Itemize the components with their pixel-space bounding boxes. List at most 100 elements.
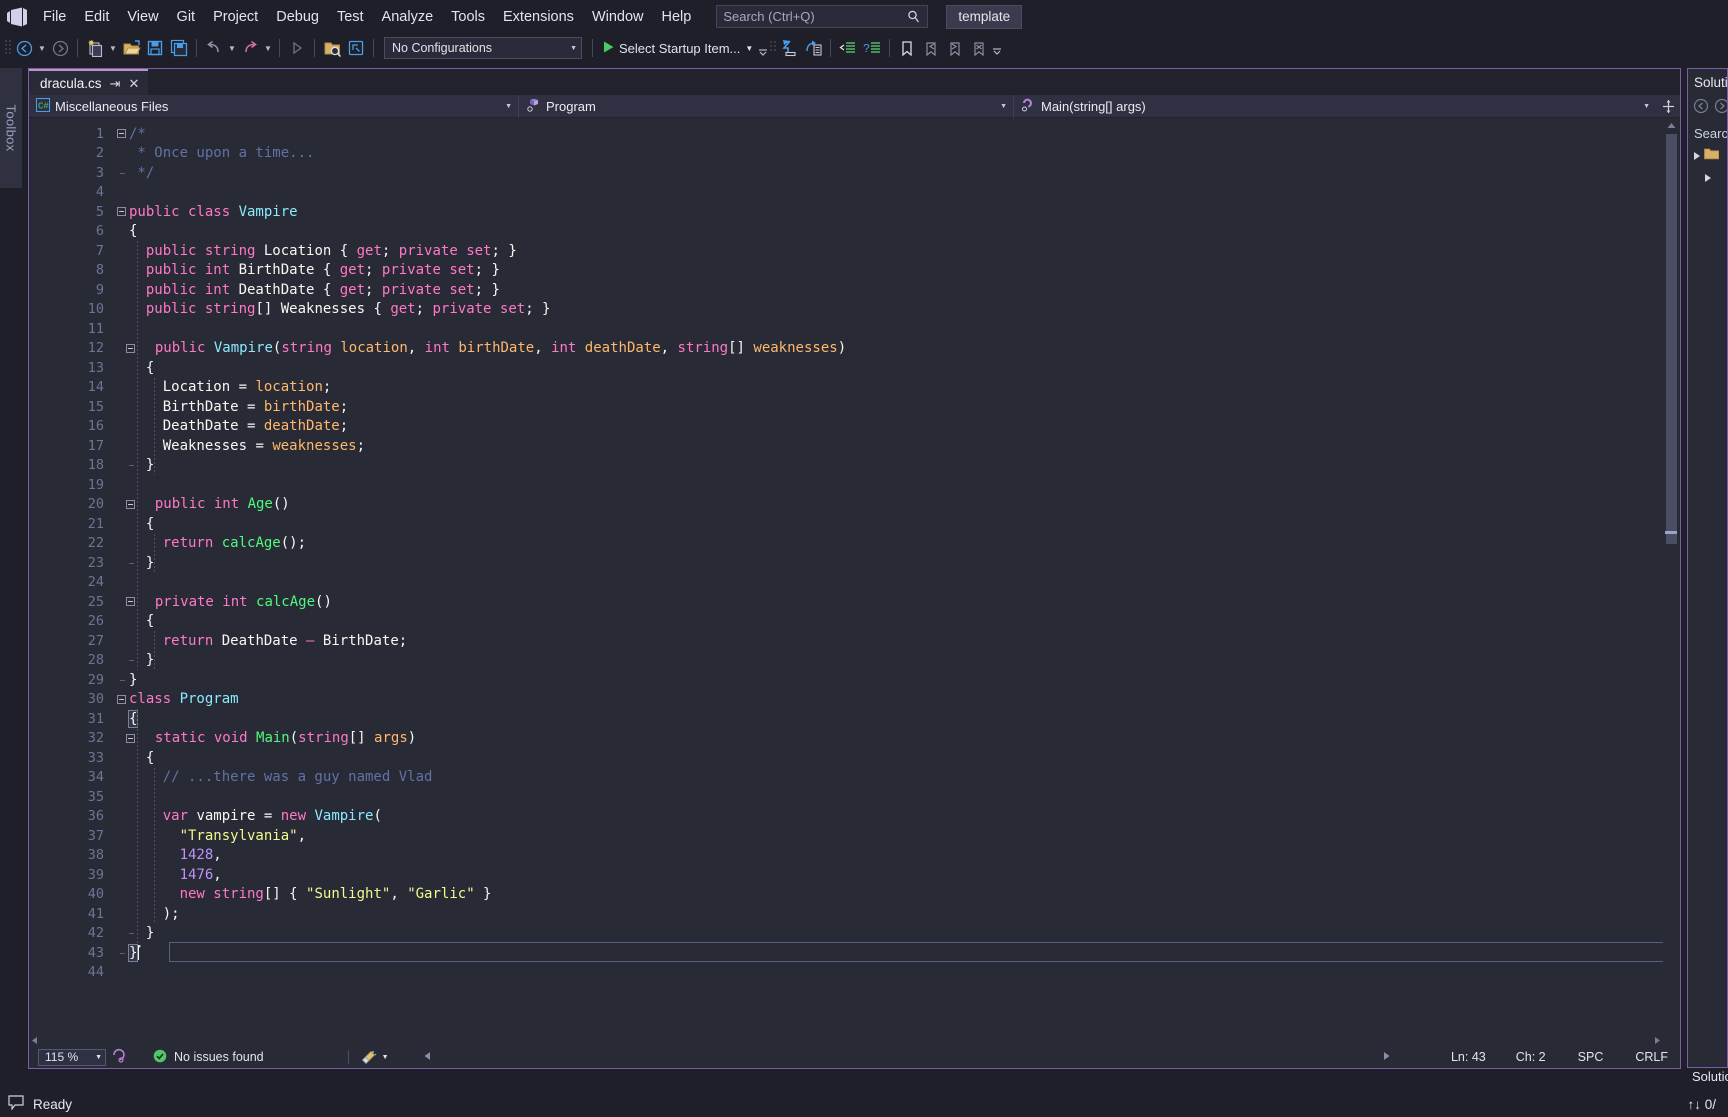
code-line[interactable]: 7 public string Location { get; private …: [29, 241, 1680, 261]
code-line[interactable]: 41 );: [29, 904, 1680, 924]
undo-icon[interactable]: [202, 36, 226, 60]
code-line[interactable]: 3 */: [29, 163, 1680, 183]
expander-triangle-icon[interactable]: [1694, 152, 1700, 160]
code-line[interactable]: 23 }: [29, 553, 1680, 573]
step-over-icon[interactable]: [801, 36, 825, 60]
toolbox-tab[interactable]: Toolbox: [0, 68, 22, 188]
menu-extensions[interactable]: Extensions: [494, 5, 583, 29]
issues-status[interactable]: No issues found: [153, 1049, 264, 1066]
code-line[interactable]: 1/*: [29, 124, 1680, 144]
zoom-level-dropdown[interactable]: 115 % ▼: [38, 1049, 106, 1066]
code-line[interactable]: 38 1428,: [29, 846, 1680, 866]
code-line[interactable]: 17 Weaknesses = weaknesses;: [29, 436, 1680, 456]
startup-chevron-down-icon[interactable]: ▼: [745, 44, 753, 53]
fold-column[interactable]: [122, 344, 138, 353]
fold-column[interactable]: [113, 129, 129, 138]
code-line[interactable]: 14 Location = location;: [29, 378, 1680, 398]
undo-dropdown[interactable]: ▼: [226, 36, 238, 60]
solution-tree-row-1[interactable]: [1688, 145, 1727, 167]
split-view-button[interactable]: [1656, 99, 1680, 114]
redo-icon[interactable]: [238, 36, 262, 60]
back-icon[interactable]: [1693, 98, 1709, 119]
collapse-icon[interactable]: [126, 344, 135, 353]
expander-triangle-icon[interactable]: [1705, 174, 1711, 182]
code-line[interactable]: 18 }: [29, 456, 1680, 476]
solution-tree-row-2[interactable]: [1688, 167, 1727, 189]
code-line[interactable]: 21 {: [29, 514, 1680, 534]
solution-explorer-search-input[interactable]: Search: [1688, 121, 1727, 145]
toolbar-overflow-2[interactable]: [991, 36, 1003, 60]
fold-column[interactable]: [122, 597, 138, 606]
redo-dropdown[interactable]: ▼: [262, 36, 274, 60]
code-line[interactable]: 22 return calcAge();: [29, 534, 1680, 554]
menu-tools[interactable]: Tools: [442, 5, 494, 29]
code-line[interactable]: 30class Program: [29, 690, 1680, 710]
intellisense-icon[interactable]: [112, 1048, 127, 1066]
menu-window[interactable]: Window: [583, 5, 653, 29]
solution-configurations-dropdown[interactable]: No Configurations ▼: [384, 37, 582, 59]
editor-vertical-scrollbar[interactable]: [1663, 118, 1680, 1048]
code-line[interactable]: 2 * Once upon a time...: [29, 144, 1680, 164]
line-ending-indicator[interactable]: CRLF: [1635, 1050, 1668, 1064]
code-line[interactable]: 27 return DeathDate – BirthDate;: [29, 631, 1680, 651]
document-tab-dracula-cs[interactable]: dracula.cs ⇥ ✕: [29, 69, 148, 95]
code-line[interactable]: 11: [29, 319, 1680, 339]
save-all-icon[interactable]: [167, 36, 191, 60]
source-control-status[interactable]: ↑↓ 0/: [1687, 1097, 1728, 1112]
code-line[interactable]: 15 BirthDate = birthDate;: [29, 397, 1680, 417]
code-line[interactable]: 28 }: [29, 651, 1680, 671]
project-dropdown[interactable]: C# Miscellaneous Files ▼: [29, 95, 519, 118]
code-line[interactable]: 19: [29, 475, 1680, 495]
comment-selection-icon[interactable]: ?: [860, 36, 884, 60]
code-line[interactable]: 10 public string[] Weaknesses { get; pri…: [29, 300, 1680, 320]
code-line[interactable]: 16 DeathDate = deathDate;: [29, 417, 1680, 437]
code-line[interactable]: 13 {: [29, 358, 1680, 378]
menu-git[interactable]: Git: [168, 5, 205, 29]
toggle-bookmark-icon[interactable]: [895, 36, 919, 60]
code-line[interactable]: 44: [29, 963, 1680, 983]
start-debugging-button[interactable]: Select Startup Item... ▼: [598, 36, 757, 60]
menu-edit[interactable]: Edit: [75, 5, 118, 29]
next-bookmark-icon[interactable]: [943, 36, 967, 60]
collapse-icon[interactable]: [126, 597, 135, 606]
indentation-indicator[interactable]: SPC: [1578, 1050, 1604, 1064]
open-file-icon[interactable]: [119, 36, 143, 60]
fold-column[interactable]: [122, 500, 138, 509]
fold-column[interactable]: [122, 734, 138, 743]
close-icon[interactable]: ✕: [128, 77, 139, 90]
code-line[interactable]: 34 // ...there was a guy named Vlad: [29, 768, 1680, 788]
code-line[interactable]: 32 static void Main(string[] args): [29, 729, 1680, 749]
code-line[interactable]: 20 public int Age(): [29, 495, 1680, 515]
collapse-icon[interactable]: [117, 129, 126, 138]
menu-analyze[interactable]: Analyze: [373, 5, 443, 29]
code-line[interactable]: 5public class Vampire: [29, 202, 1680, 222]
forward-icon[interactable]: [1714, 98, 1728, 119]
code-line[interactable]: 24: [29, 573, 1680, 593]
code-line[interactable]: 39 1476,: [29, 865, 1680, 885]
code-line[interactable]: 33 {: [29, 748, 1680, 768]
solution-explorer-bottom-tab[interactable]: Solutio: [1687, 1069, 1728, 1091]
step-into-icon[interactable]: [777, 36, 801, 60]
fold-column[interactable]: [113, 207, 129, 216]
scroll-right-arrow-icon[interactable]: [1382, 1050, 1391, 1064]
code-line[interactable]: 25 private int calcAge(): [29, 592, 1680, 612]
chevron-down-icon[interactable]: ▼: [382, 1054, 389, 1061]
find-in-files-icon[interactable]: [320, 36, 344, 60]
menu-debug[interactable]: Debug: [267, 5, 328, 29]
code-line[interactable]: 35: [29, 787, 1680, 807]
code-cleanup-button[interactable]: ▼: [361, 1050, 389, 1065]
code-line[interactable]: 40 new string[] { "Sunlight", "Garlic" }: [29, 885, 1680, 905]
type-dropdown[interactable]: Program ▼: [519, 95, 1014, 118]
code-line[interactable]: 29}: [29, 670, 1680, 690]
navigate-forward-button[interactable]: [48, 36, 72, 60]
code-line[interactable]: 26 {: [29, 612, 1680, 632]
code-line[interactable]: 31{: [29, 709, 1680, 729]
previous-bookmark-icon[interactable]: [919, 36, 943, 60]
menu-help[interactable]: Help: [653, 5, 701, 29]
code-line[interactable]: 4: [29, 183, 1680, 203]
toolbar-grip-2[interactable]: [769, 38, 777, 58]
menu-test[interactable]: Test: [328, 5, 373, 29]
new-project-icon[interactable]: [83, 36, 107, 60]
search-input[interactable]: Search (Ctrl+Q): [716, 5, 928, 28]
new-project-dropdown[interactable]: ▼: [107, 36, 119, 60]
